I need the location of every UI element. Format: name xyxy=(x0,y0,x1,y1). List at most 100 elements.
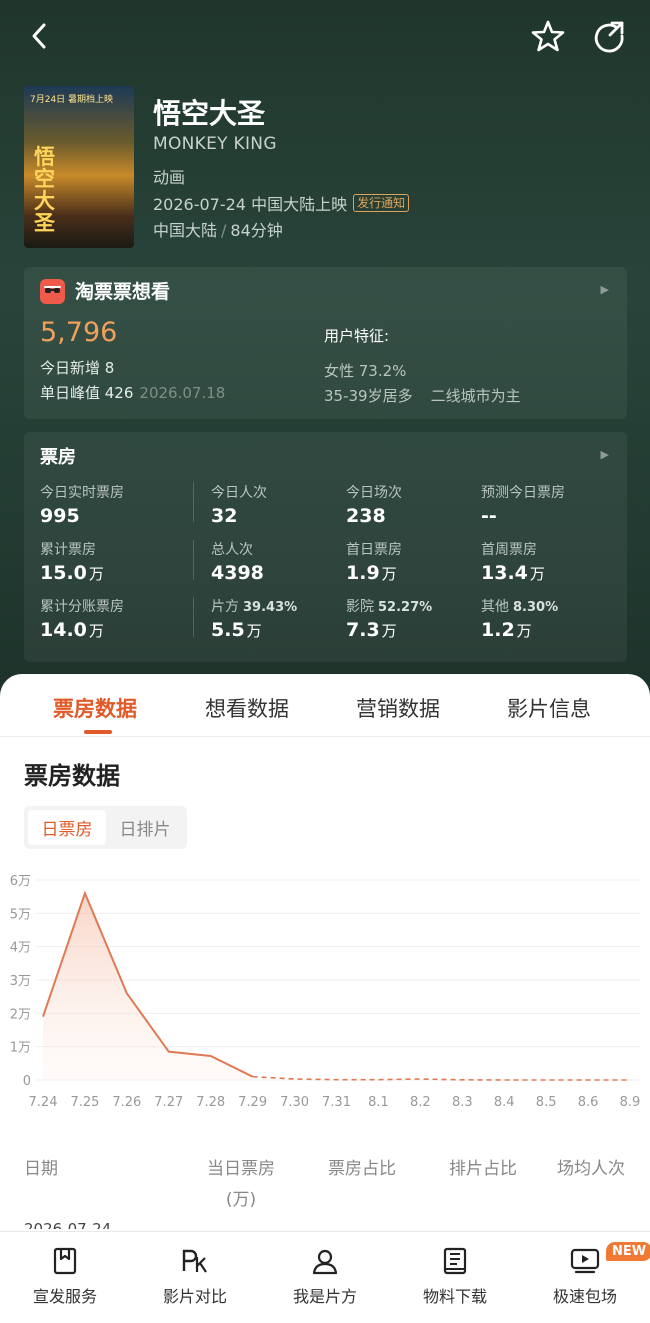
stat-value: 4398 xyxy=(211,562,264,584)
stat-label: 影院 52.27% xyxy=(346,599,433,615)
x-tick-label: 8.4 xyxy=(494,1095,515,1110)
divider xyxy=(193,540,194,580)
y-tick-label: 3万 xyxy=(10,974,31,989)
x-tick-label: 8.3 xyxy=(452,1095,473,1110)
stat-value: 1.9 万 xyxy=(346,562,397,584)
wish-card-title: 淘票票想看 xyxy=(75,281,171,303)
tab-marketing-data[interactable]: 营销数据 xyxy=(356,693,440,723)
section-title: 票房数据 xyxy=(24,762,120,790)
wish-arrow-icon: ▶ xyxy=(600,283,609,296)
top-bar xyxy=(0,0,650,76)
chart-mode-switch: 日票房 日排片 xyxy=(24,806,187,849)
boxoffice-stat: 累计分账票房 14.0 万 xyxy=(40,596,124,641)
stat-label: 今日人次 xyxy=(211,485,267,501)
back-button[interactable] xyxy=(20,16,60,56)
stat-value: 32 xyxy=(211,505,238,527)
daily-boxoffice-toggle[interactable]: 日票房 xyxy=(28,810,106,845)
stat-value: 995 xyxy=(40,505,80,527)
stat-label: 其他 8.30% xyxy=(481,599,559,615)
share-icon xyxy=(594,21,624,53)
nav-producer[interactable]: 我是片方 xyxy=(270,1246,380,1307)
movie-english-title: MONKEY KING xyxy=(153,134,277,154)
compare-icon xyxy=(182,1249,207,1273)
col-schedule-share[interactable]: 排片占比 xyxy=(443,1154,523,1179)
boxoffice-stat: 今日人次 32 xyxy=(211,482,267,527)
x-tick-label: 7.25 xyxy=(70,1095,99,1110)
boxoffice-chart[interactable]: 0 1万 2万 3万 4万 5万 6万 7.24 7.25 7.26 7.27 7.28 7.29 7.3… xyxy=(0,864,650,1114)
user-icon xyxy=(312,1249,338,1275)
user-age-city: 35-39岁居多 二线城市为主 xyxy=(324,387,521,405)
x-tick-label: 8.1 xyxy=(368,1095,389,1110)
boxoffice-arrow-icon: ▶ xyxy=(600,448,609,461)
stat-value: 1.2 万 xyxy=(481,619,532,641)
y-tick-label: 4万 xyxy=(10,941,31,956)
share-button[interactable] xyxy=(589,16,629,56)
boxoffice-stat: 总人次 4398 xyxy=(211,539,264,584)
chevron-left-icon xyxy=(32,23,46,49)
release-info: 2026-07-24 中国大陆上映 发行通知 xyxy=(153,191,410,215)
book-icon xyxy=(443,1247,467,1275)
stat-label: 今日实时票房 xyxy=(40,485,124,501)
stat-label: 首日票房 xyxy=(346,542,402,558)
x-tick-label: 7.31 xyxy=(322,1095,351,1110)
y-tick-label: 5万 xyxy=(10,907,31,922)
stat-label: 累计票房 xyxy=(40,542,96,558)
col-avg-attendance[interactable]: 场均人次 xyxy=(551,1154,631,1179)
divider xyxy=(193,482,194,522)
new-badge: NEW xyxy=(606,1242,650,1261)
favorite-button[interactable] xyxy=(528,16,568,56)
movie-title: 悟空大圣 xyxy=(153,97,266,130)
region-duration: 中国大陆/84分钟 xyxy=(153,221,283,240)
movie-poster[interactable]: 7月24日 暑期档上映 悟空大圣 xyxy=(24,86,134,248)
boxoffice-stat: 预测今日票房 -- xyxy=(481,482,565,527)
wish-peak: 单日峰值 426 2026.07.18 xyxy=(40,384,226,402)
user-gender: 女性 73.2% xyxy=(324,362,407,380)
tab-boxoffice-data[interactable]: 票房数据 xyxy=(53,693,137,723)
x-tick-label: 7.27 xyxy=(154,1095,183,1110)
release-notice-tag[interactable]: 发行通知 xyxy=(353,194,410,212)
x-tick-label: 7.24 xyxy=(29,1095,58,1110)
stat-value: 238 xyxy=(346,505,386,527)
stat-value: 7.3 万 xyxy=(346,619,397,641)
nav-material-download[interactable]: 物料下载 xyxy=(400,1246,510,1307)
data-panel: 票房数据 想看数据 营销数据 影片信息 票房数据 日票房 日排片 0 1万 2万 3万… xyxy=(0,674,650,1323)
tab-bar: 票房数据 想看数据 营销数据 影片信息 xyxy=(0,674,650,737)
x-tick-label: 7.28 xyxy=(196,1095,225,1110)
x-tick-label: 7.29 xyxy=(238,1095,267,1110)
nav-promo-service[interactable]: 宣发服务 xyxy=(10,1246,120,1307)
col-boxoffice-share[interactable]: 票房占比 xyxy=(322,1154,402,1179)
tab-movie-info[interactable]: 影片信息 xyxy=(507,693,591,723)
x-tick-label: 8.2 xyxy=(410,1095,431,1110)
wish-card[interactable]: 淘票票想看 ▶ 5,796 今日新增 8 单日峰值 426 2026.07.18 … xyxy=(24,267,627,419)
movie-header: 7月24日 暑期档上映 悟空大圣 悟空大圣 MONKEY KING 动画 202… xyxy=(0,0,650,720)
x-tick-label: 8.6 xyxy=(578,1095,599,1110)
y-tick-label: 1万 xyxy=(10,1041,31,1056)
x-tick-label: 7.30 xyxy=(280,1095,309,1110)
wish-today: 今日新增 8 xyxy=(40,359,115,377)
stat-label: 首周票房 xyxy=(481,542,537,558)
y-tick-label: 6万 xyxy=(10,874,31,889)
nav-movie-compare[interactable]: 影片对比 xyxy=(140,1246,250,1307)
boxoffice-stat: 首周票房 13.4 万 xyxy=(481,539,545,584)
taopiao-logo-icon xyxy=(40,279,65,304)
poster-text: 7月24日 暑期档上映 xyxy=(30,95,114,105)
boxoffice-stat: 今日实时票房 995 xyxy=(40,482,124,527)
stat-value: -- xyxy=(481,505,497,527)
x-tick-label: 8.5 xyxy=(536,1095,557,1110)
stat-label: 预测今日票房 xyxy=(481,485,565,501)
boxoffice-stat: 其他 8.30% 1.2 万 xyxy=(481,596,558,641)
boxoffice-title: 票房 xyxy=(40,447,76,468)
movie-region: 中国大陆 xyxy=(153,221,218,240)
boxoffice-card[interactable]: 票房 ▶ 今日实时票房 995 今日人次 32 今日场次 238 预测今日票房 -- 累计票房 1… xyxy=(24,432,627,662)
stat-label: 今日场次 xyxy=(346,485,402,501)
col-day-boxoffice: 当日票房 (万) xyxy=(207,1159,275,1210)
table-header: 日期 当日票房 (万) 票房占比 排片占比 场均人次 xyxy=(0,1154,650,1214)
stat-value: 13.4 万 xyxy=(481,562,545,584)
boxoffice-stat: 片方 39.43% 5.5 万 xyxy=(211,596,297,641)
stat-value: 5.5 万 xyxy=(211,619,262,641)
bookmark-icon xyxy=(53,1247,77,1275)
y-tick-label: 0 xyxy=(23,1074,31,1089)
tab-wish-data[interactable]: 想看数据 xyxy=(205,693,289,723)
daily-schedule-toggle[interactable]: 日排片 xyxy=(106,810,184,845)
stat-label: 片方 39.43% xyxy=(211,599,298,615)
